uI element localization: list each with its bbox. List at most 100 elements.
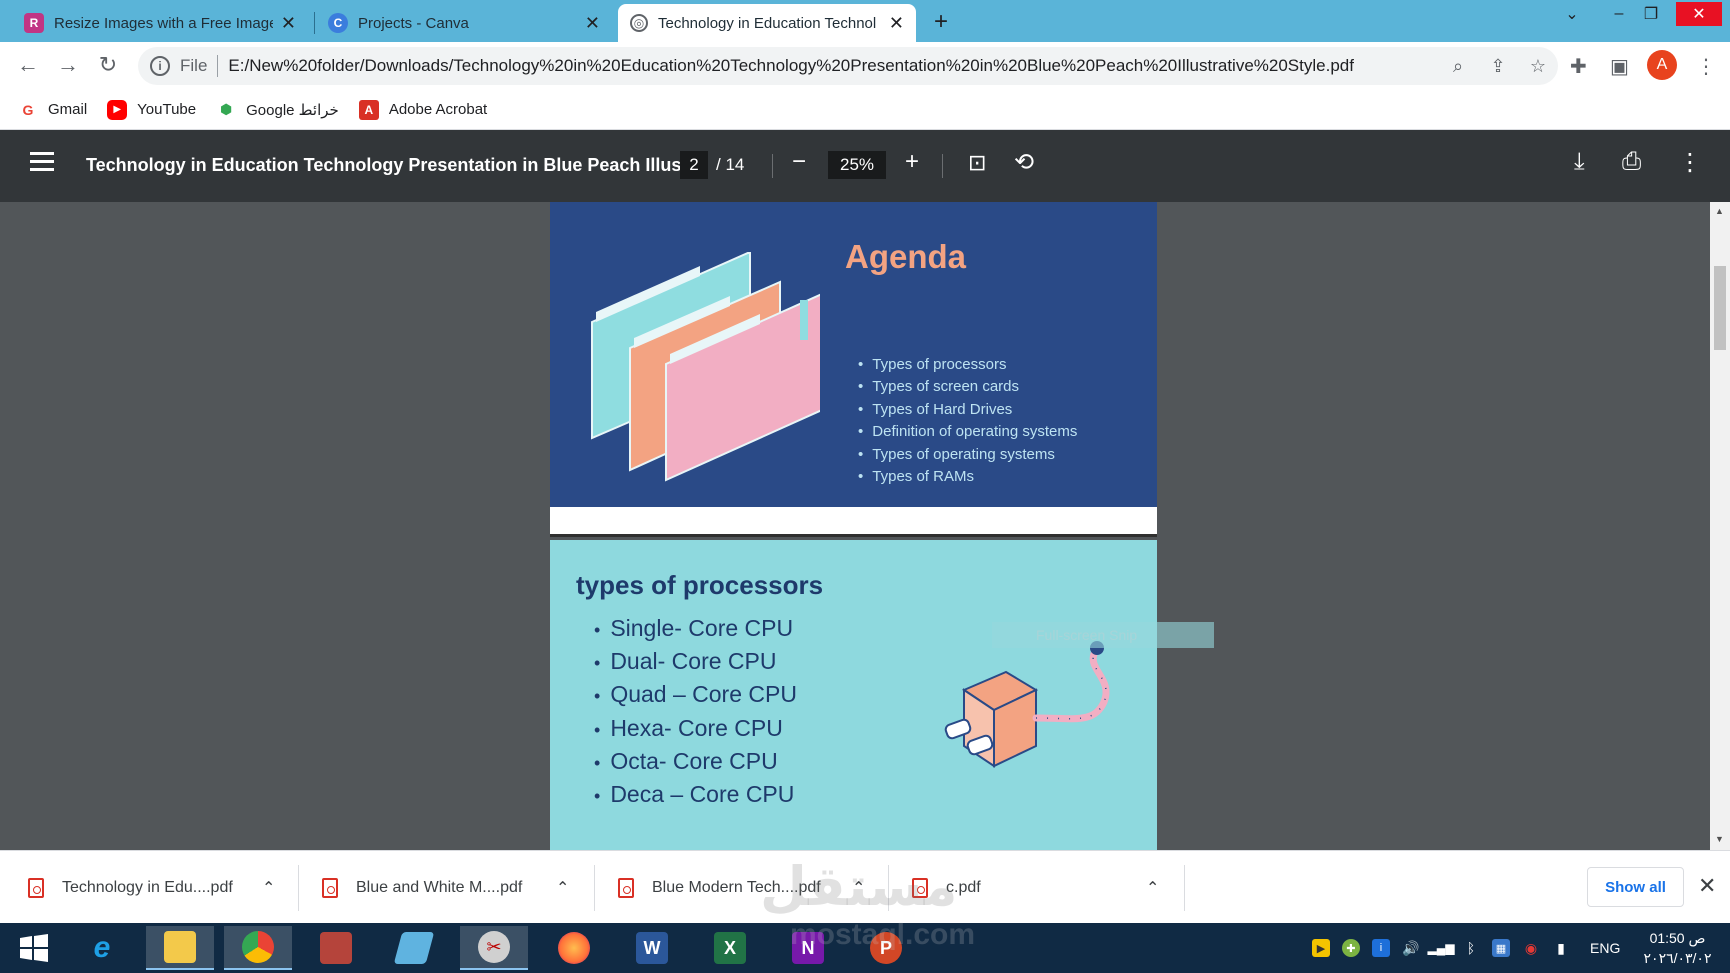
tab-search-chevron-icon[interactable]: ⌄ [1560, 2, 1584, 26]
tab-resize-images[interactable]: R Resize Images with a Free Image ✕ [12, 4, 308, 42]
taskbar-snipping-tool[interactable]: ✂ [460, 926, 528, 970]
chevron-up-icon[interactable]: ⌃ [262, 878, 275, 898]
slide-processors: types of processors Single- Core CPU Dua… [550, 540, 1157, 850]
bookmark-google-maps[interactable]: ⬢ Google خرائط [216, 100, 339, 120]
bookmark-star-icon[interactable]: ☆ [1518, 56, 1558, 77]
download-divider [594, 865, 595, 911]
list-item: Dual- Core CPU [594, 645, 797, 678]
tab-technology-pdf[interactable]: ◎ Technology in Education Technol ✕ [618, 4, 916, 42]
taskbar-excel[interactable]: X [696, 926, 764, 970]
pdf-viewer[interactable]: Agenda Types of processors Types of scre… [0, 202, 1710, 850]
volume-icon[interactable]: 🔊 [1402, 939, 1420, 957]
list-item: Types of Hard Drives [858, 399, 1077, 421]
fit-to-page-icon[interactable]: ⊡ [968, 150, 986, 176]
kebab-menu-icon[interactable]: ⋮ [1696, 54, 1716, 79]
zoom-out-button[interactable]: − [792, 148, 806, 176]
rotate-icon[interactable]: ⟲ [1014, 148, 1034, 177]
list-item: Hexa- Core CPU [594, 712, 797, 745]
zoom-icon[interactable]: ⌕ [1438, 56, 1478, 77]
taskbar-file-explorer[interactable] [146, 926, 214, 970]
word-icon: W [636, 932, 668, 964]
reload-icon[interactable]: ↻ [94, 52, 122, 78]
restore-button[interactable]: ❐ [1636, 2, 1666, 26]
clock[interactable]: 01:50 ص ٢٠٢٦/٠٣/٠٢ [1630, 928, 1725, 968]
globe-icon: ◎ [630, 14, 648, 32]
profile-avatar[interactable]: A [1647, 50, 1677, 80]
bookmark-label: YouTube [137, 101, 197, 118]
vertical-scrollbar[interactable]: ▲ ▼ [1710, 202, 1730, 850]
download-filename: Blue and White M....pdf [356, 878, 523, 896]
list-item: Single- Core CPU [594, 612, 797, 645]
zoom-in-button[interactable]: + [905, 148, 919, 176]
close-icon[interactable]: ✕ [281, 13, 296, 34]
print-icon[interactable]: ⎙ [1622, 148, 1641, 176]
folders-illustration [591, 252, 820, 482]
tab-title: Resize Images with a Free Image [54, 14, 273, 32]
download-item[interactable]: Technology in Edu....pdf ⌃ [28, 851, 278, 924]
taskbar-word[interactable]: W [618, 926, 686, 970]
taskbar-firefox[interactable] [540, 926, 608, 970]
address-bar[interactable]: i File E:/New%20folder/Downloads/Technol… [138, 47, 1558, 85]
share-icon[interactable]: ⇪ [1478, 56, 1518, 77]
battery-icon[interactable]: ▮ [1552, 939, 1570, 957]
zoom-level-input[interactable]: 25% [828, 151, 886, 179]
intel-icon[interactable]: i [1372, 939, 1390, 957]
forward-arrow-icon[interactable]: → [54, 52, 82, 78]
taskbar-notepad[interactable] [380, 926, 448, 970]
network-icon[interactable]: ▦ [1492, 939, 1510, 957]
bookmark-gmail[interactable]: G Gmail [18, 100, 88, 120]
minimize-button[interactable]: – [1604, 2, 1634, 26]
show-all-button[interactable]: Show all [1587, 867, 1684, 907]
list-item: Octa- Core CPU [594, 745, 797, 778]
browser-toolbar: ← → ↻ i File E:/New%20folder/Downloads/T… [0, 42, 1730, 90]
side-panel-icon[interactable]: ▣ [1610, 54, 1629, 79]
close-icon[interactable]: ✕ [1698, 873, 1716, 899]
new-tab-button[interactable]: + [934, 8, 948, 36]
close-icon[interactable]: ✕ [585, 13, 600, 34]
clock-time: 01:50 ص [1649, 930, 1706, 946]
url-text[interactable]: E:/New%20folder/Downloads/Technology%20i… [228, 56, 1438, 76]
language-indicator[interactable]: ENG [1590, 940, 1620, 956]
bluetooth-icon[interactable]: ᛒ [1462, 939, 1480, 957]
window-close-button[interactable]: ✕ [1676, 2, 1722, 26]
start-button[interactable] [0, 926, 68, 970]
snipping-tool-icon: ✂ [478, 931, 510, 963]
extensions-icon[interactable]: ✚ [1570, 54, 1587, 79]
taskbar-ie[interactable]: e [68, 926, 136, 970]
download-icon[interactable]: ⤓ [1574, 148, 1585, 176]
taskbar-winrar[interactable] [302, 926, 370, 970]
page-total: / 14 [716, 155, 745, 174]
download-divider [298, 865, 299, 911]
close-icon[interactable]: ✕ [889, 13, 904, 34]
snip-label: Full-screen Snip [992, 622, 1214, 648]
media-player-icon[interactable]: ▶ [1312, 939, 1330, 957]
chevron-up-icon[interactable]: ⌃ [1146, 878, 1159, 898]
youtube-icon: ▶ [107, 99, 128, 120]
scroll-thumb[interactable] [1714, 266, 1726, 350]
hamburger-menu-icon[interactable] [30, 152, 54, 176]
notepad-icon [393, 932, 435, 964]
agenda-list: Types of processors Types of screen card… [858, 354, 1077, 488]
more-actions-icon[interactable]: ⋮ [1678, 148, 1702, 177]
chevron-up-icon[interactable]: ⌃ [556, 878, 569, 898]
tray-app-icon[interactable]: ✚ [1342, 939, 1360, 957]
taskbar-chrome[interactable] [224, 926, 292, 970]
download-item[interactable]: Blue and White M....pdf ⌃ [322, 851, 572, 924]
toolbar-divider [942, 154, 943, 178]
bookmark-adobe-acrobat[interactable]: A Adobe Acrobat [358, 99, 487, 120]
scroll-up-arrow-icon[interactable]: ▲ [1715, 206, 1724, 216]
info-icon[interactable]: i [150, 56, 170, 76]
signal-icon[interactable]: ▂▄▆ [1428, 939, 1455, 957]
address-divider [217, 55, 219, 77]
processors-title: types of processors [576, 570, 824, 600]
pdf-file-icon [618, 877, 634, 898]
page-number-input[interactable]: 2 [680, 151, 708, 179]
tab-canva[interactable]: C Projects - Canva ✕ [316, 4, 612, 42]
scroll-down-arrow-icon[interactable]: ▼ [1715, 834, 1724, 844]
bookmark-youtube[interactable]: ▶ YouTube [107, 99, 197, 120]
bookmarks-bar: G Gmail ▶ YouTube ⬢ Google خرائط A Adobe… [0, 90, 1730, 130]
antivirus-icon[interactable]: ◉ [1522, 939, 1540, 957]
pdf-file-icon [322, 877, 338, 898]
back-arrow-icon[interactable]: ← [14, 52, 42, 78]
pdf-title: Technology in Education Technology Prese… [86, 155, 709, 175]
